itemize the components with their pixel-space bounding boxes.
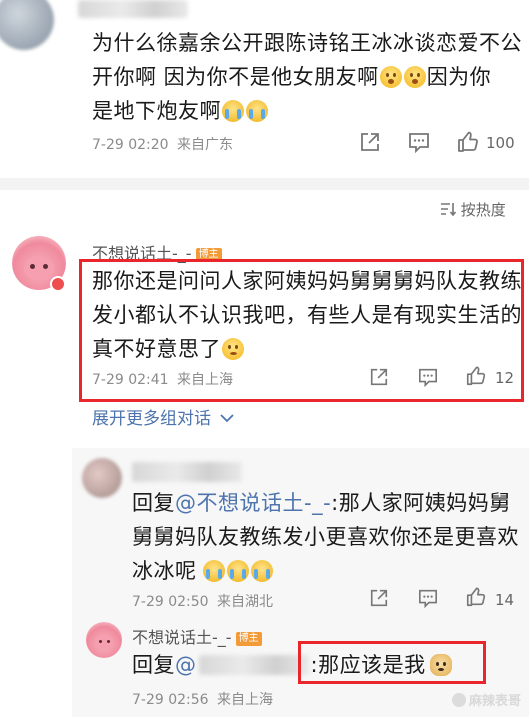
timestamp: 7-29 02:41	[92, 372, 169, 388]
top-comment-line2a: 开你啊 因为你不是他女朋友啊	[92, 65, 379, 89]
main-comment-line1: 那你还是问问人家阿姨妈妈舅舅舅妈队友教练	[92, 269, 522, 293]
main-comment-meta: 7-29 02:41 来自上海	[92, 369, 233, 389]
main-comment-line2: 发小都认不认识我吧，有些人是有现实生活的	[92, 303, 522, 327]
reply1-line2: 舅舅妈队友教练发小更喜欢你还是更喜欢	[132, 525, 519, 549]
comment-icon[interactable]	[418, 588, 438, 608]
highlight-box	[298, 641, 486, 684]
sort-icon	[441, 203, 457, 217]
reply1-line3: 冰冰呢	[132, 559, 197, 583]
like-icon[interactable]	[465, 586, 487, 608]
timestamp: 7-29 02:20	[92, 137, 169, 153]
like-icon[interactable]	[456, 130, 480, 154]
location: 来自上海	[217, 692, 274, 708]
main-comment-line3: 真不好意思了	[92, 337, 221, 361]
expand-label: 展开更多组对话	[92, 409, 211, 429]
sort-label: 按热度	[460, 201, 506, 219]
shocked-emoji-icon	[403, 66, 426, 88]
like-count: 100	[486, 134, 515, 152]
location: 来自湖北	[217, 594, 274, 610]
top-comment-line2b: 因为你	[426, 65, 492, 89]
main-comment-text: 那你还是问问人家阿姨妈妈舅舅舅妈队友教练 发小都认不认识我吧，有些人是有现实生活…	[92, 264, 522, 366]
reply-prefix: 回复	[132, 653, 175, 677]
sort-by-hot-button[interactable]: 按热度	[440, 199, 506, 220]
share-icon[interactable]	[369, 588, 389, 608]
reply2-meta: 7-29 02:56 来自上海	[132, 689, 273, 709]
avatar-blurred[interactable]	[82, 458, 122, 498]
watermark-text: 麻辣表哥	[468, 694, 521, 709]
like-icon[interactable]	[465, 365, 487, 387]
author-badge: 博主	[235, 632, 262, 646]
timestamp: 7-29 02:50	[132, 594, 209, 610]
top-comment-line1: 为什么徐嘉余公开跟陈诗铭王冰冰谈恋爱不公	[92, 31, 522, 55]
reply-prefix: 回复	[132, 491, 175, 515]
timestamp: 7-29 02:56	[132, 692, 209, 708]
watermark: 麻辣表哥	[451, 690, 521, 709]
mention-link[interactable]: @不想说话土-_-	[175, 491, 331, 515]
crying-emoji-icon	[246, 100, 268, 122]
like-count: 12	[495, 369, 515, 387]
comment-icon[interactable]	[418, 367, 438, 387]
top-comment-line3: 是地下炮友啊	[92, 99, 221, 123]
comment-icon[interactable]	[408, 131, 430, 153]
share-icon[interactable]	[359, 131, 381, 153]
top-comment-text: 为什么徐嘉余公开跟陈诗铭王冰冰谈恋爱不公 开你啊 因为你不是他女朋友啊 因为你 是…	[92, 26, 522, 128]
username[interactable]: 不想说话土-_-	[132, 628, 232, 647]
chevron-down-icon	[220, 414, 235, 423]
reply1-text: 回复@不想说话土-_-:那人家阿姨妈妈舅 舅舅妈队友教练发小更喜欢你还是更喜欢 …	[132, 486, 524, 588]
crying-emoji-icon	[226, 560, 249, 582]
comment-author[interactable]: 不想说话土-_- 博主	[132, 624, 262, 648]
username-blurred[interactable]	[78, 0, 188, 18]
avatar-blurred[interactable]	[0, 0, 54, 50]
mention-link[interactable]: @	[175, 653, 197, 677]
location: 来自广东	[177, 137, 234, 153]
avatar[interactable]	[86, 622, 122, 658]
watermark-logo-icon	[451, 693, 466, 707]
shocked-emoji-icon	[379, 66, 402, 88]
crying-emoji-icon	[202, 560, 225, 582]
verified-badge-icon	[50, 276, 66, 292]
like-count: 14	[495, 591, 515, 609]
reply1-line1: :那人家阿姨妈妈舅	[331, 491, 511, 515]
reply1-meta: 7-29 02:50 来自湖北	[132, 591, 273, 611]
username-blurred[interactable]	[132, 462, 242, 482]
mention-blurred	[198, 655, 309, 675]
crying-emoji-icon	[250, 560, 273, 582]
section-divider	[0, 178, 529, 190]
awkward-emoji-icon	[222, 338, 244, 360]
share-icon[interactable]	[369, 367, 389, 387]
expand-conversation-link[interactable]: 展开更多组对话	[92, 404, 235, 429]
top-comment-meta: 7-29 02:20 来自广东	[92, 134, 233, 154]
crying-emoji-icon	[222, 100, 244, 122]
location: 来自上海	[177, 372, 234, 388]
